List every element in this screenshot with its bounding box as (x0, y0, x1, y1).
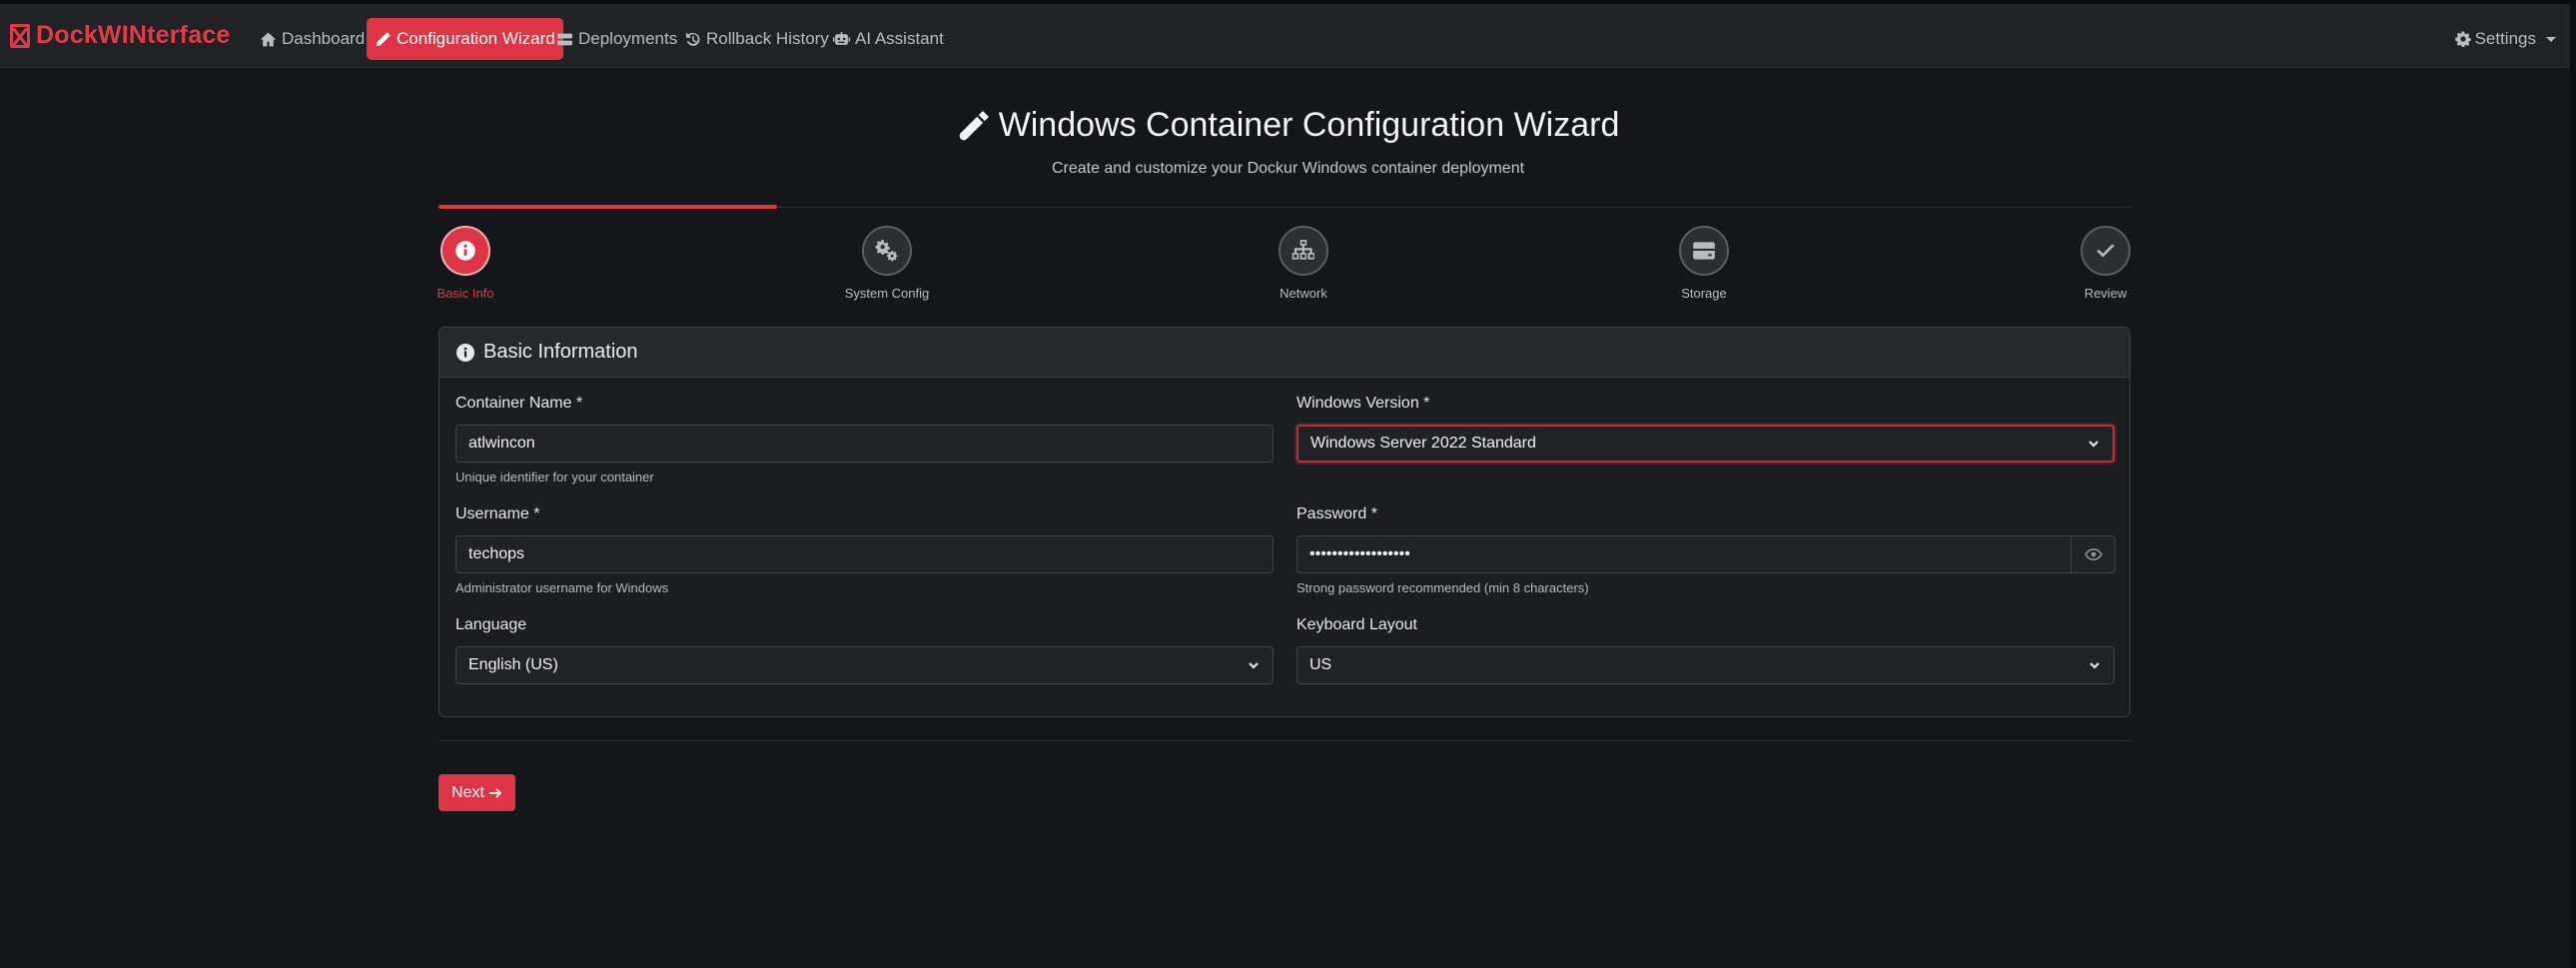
step-storage-label: Storage (1681, 286, 1727, 301)
nav-rollback-history-label: Rollback History (706, 29, 829, 48)
container-name-help: Unique identifier for your container (455, 470, 654, 484)
step-system-config-circle[interactable] (862, 226, 912, 276)
magic-wand-icon (959, 110, 989, 140)
card-title: Basic Information (483, 341, 638, 363)
top-navbar: DockWINterface Dashboard Configuration W… (0, 4, 2576, 68)
step-system-config-label: System Config (844, 286, 930, 301)
password-label: Password * (1296, 505, 1377, 523)
gear-icon (2454, 31, 2471, 47)
page-title-text: Windows Container Configuration Wizard (998, 106, 1620, 144)
windows-version-value: Windows Server 2022 Standard (1310, 435, 1536, 452)
brand-name: DockWINterface (36, 21, 231, 49)
username-label: Username * (455, 505, 539, 523)
chevron-down-icon (2090, 662, 2100, 669)
language-label-text: Language (455, 616, 527, 633)
username-input[interactable]: techops (455, 535, 1274, 573)
check-icon (2097, 244, 2115, 258)
step-storage-circle[interactable] (1679, 226, 1729, 276)
info-circle-icon (456, 343, 474, 362)
step-basic-info[interactable]: Basic Info (406, 226, 525, 301)
step-storage[interactable]: Storage (1644, 226, 1764, 301)
step-network-label: Network (1280, 286, 1327, 301)
step-basic-info-circle[interactable] (440, 226, 490, 276)
step-review-label: Review (2084, 286, 2128, 301)
container-name-input[interactable]: atlwincon (455, 425, 1274, 463)
nav-ai-assistant[interactable]: AI Assistant (825, 18, 952, 60)
home-icon (260, 32, 277, 46)
arrow-right-icon (488, 787, 502, 798)
windows-version-label: Windows Version * (1296, 395, 1429, 413)
basic-information-card: Basic Information Container Name * atlwi… (438, 327, 2131, 717)
next-button[interactable]: Next (438, 774, 515, 811)
container-name-label: Container Name * (455, 395, 582, 413)
form-divider (438, 740, 2131, 741)
network-icon (1291, 240, 1314, 260)
password-input[interactable]: •••••••••••••••••• (1296, 535, 2072, 573)
brand-box-icon (10, 23, 30, 48)
username-label-text: Username * (455, 505, 540, 522)
pencil-icon (376, 31, 391, 46)
history-icon (685, 31, 700, 46)
windows-version-label-text: Windows Version * (1296, 395, 1430, 412)
next-button-label: Next (451, 783, 484, 801)
step-review[interactable]: Review (2046, 226, 2165, 301)
password-help: Strong password recommended (min 8 chara… (1296, 580, 1589, 595)
nav-deployments-label: Deployments (578, 29, 678, 48)
step-network[interactable]: Network (1244, 226, 1363, 301)
keyboard-layout-select[interactable]: US (1296, 646, 2115, 684)
info-icon (455, 241, 475, 261)
keyboard-layout-value: US (1309, 656, 1332, 673)
hdd-icon (1693, 242, 1715, 260)
nav-rollback-history[interactable]: Rollback History (676, 18, 837, 60)
settings-label: Settings (2474, 29, 2536, 48)
toggle-password-visibility-button[interactable] (2072, 535, 2116, 573)
robot-icon (833, 31, 850, 45)
nav-dashboard[interactable]: Dashboard (252, 18, 373, 60)
eye-icon (2084, 547, 2103, 561)
nav-deployments[interactable]: Deployments (548, 18, 685, 60)
language-select[interactable]: English (US) (455, 646, 1274, 684)
window-right-edge (2570, 4, 2576, 968)
nav-configuration-wizard-label: Configuration Wizard (397, 29, 555, 48)
username-help: Administrator username for Windows (455, 580, 669, 595)
server-icon (557, 33, 572, 45)
step-network-circle[interactable] (1279, 226, 1328, 276)
password-label-text: Password * (1296, 505, 1377, 522)
nav-dashboard-label: Dashboard (282, 29, 366, 48)
chevron-down-icon (1249, 662, 1259, 669)
card-header: Basic Information (439, 328, 2130, 378)
windows-version-select[interactable]: Windows Server 2022 Standard (1296, 425, 2115, 463)
nav-configuration-wizard[interactable]: Configuration Wizard (367, 18, 563, 60)
page-title: Windows Container Configuration Wizard (0, 106, 2576, 145)
chevron-down-icon (2089, 441, 2099, 448)
keyboard-layout-label: Keyboard Layout (1296, 616, 1417, 634)
container-name-label-text: Container Name * (455, 395, 583, 412)
step-basic-info-label: Basic Info (436, 286, 494, 301)
page-subtitle: Create and customize your Dockur Windows… (1051, 160, 1525, 177)
language-label: Language (455, 616, 526, 634)
gears-icon (875, 239, 898, 262)
settings-dropdown[interactable]: Settings (2454, 18, 2556, 60)
wizard-progress-bar (438, 205, 777, 209)
step-review-circle[interactable] (2081, 226, 2131, 276)
keyboard-layout-label-text: Keyboard Layout (1296, 616, 1417, 633)
step-system-config[interactable]: System Config (827, 226, 947, 301)
language-value: English (US) (468, 656, 558, 673)
nav-ai-assistant-label: AI Assistant (855, 29, 944, 48)
caret-down-icon (2546, 36, 2556, 42)
brand-logo[interactable]: DockWINterface (10, 21, 231, 50)
